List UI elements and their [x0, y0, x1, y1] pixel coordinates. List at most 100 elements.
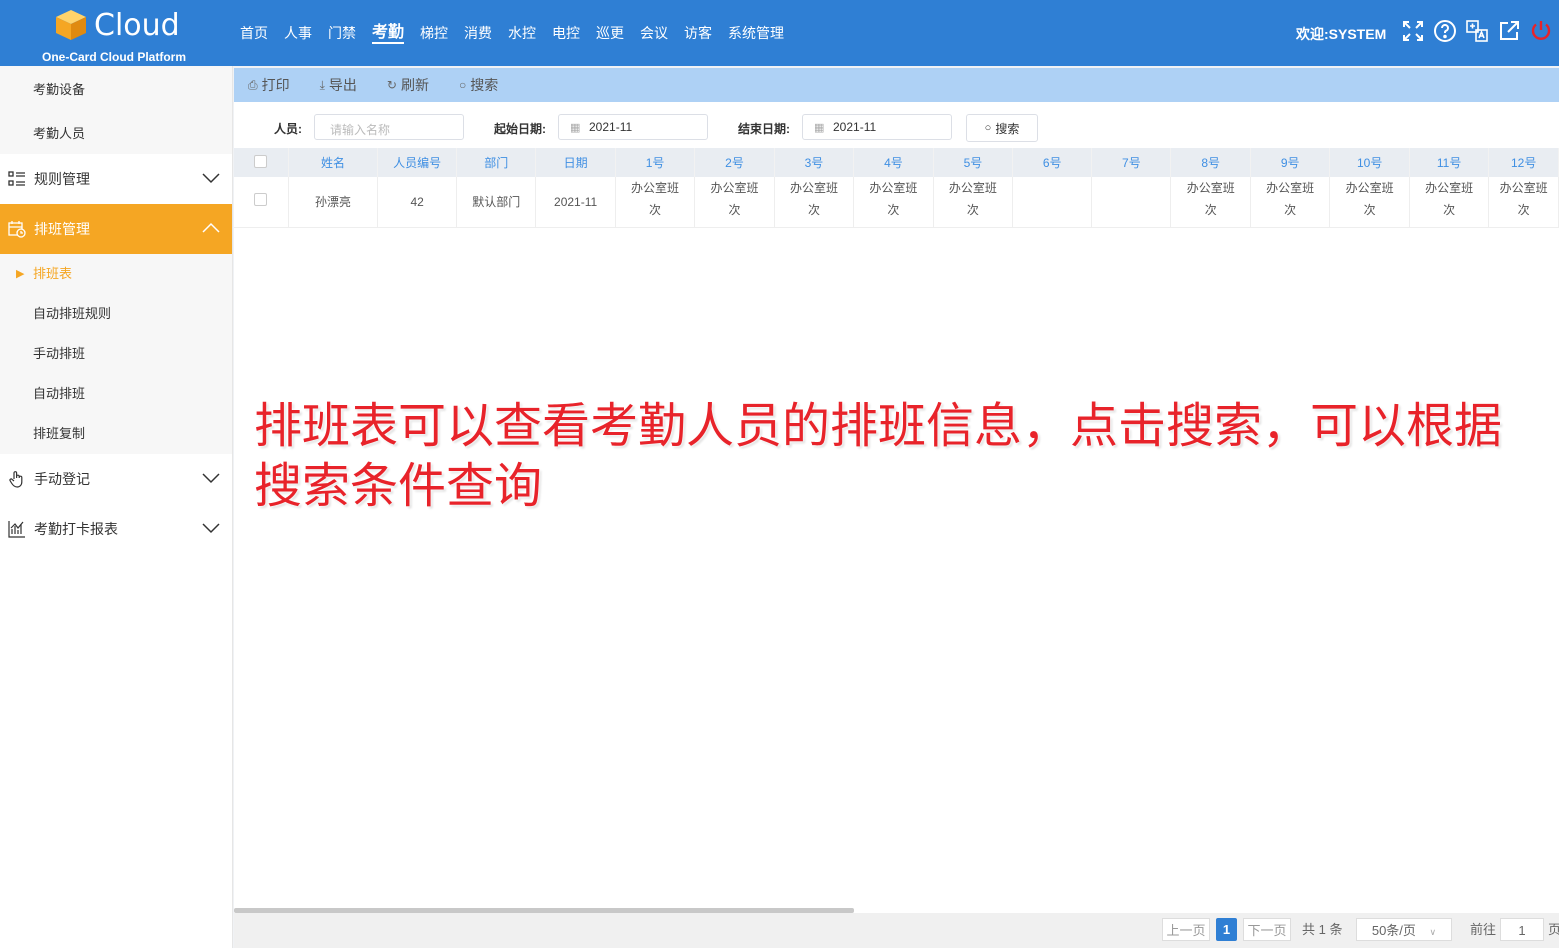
- column-header[interactable]: 2号: [694, 148, 775, 177]
- sidebar-item-auto-schedule-rules[interactable]: 自动排班规则: [0, 294, 232, 334]
- cell-day: 办公室班次: [1409, 177, 1490, 228]
- nav-item-hr[interactable]: 人事: [276, 0, 320, 66]
- column-header[interactable]: 8号: [1170, 148, 1251, 177]
- row-checkbox[interactable]: [254, 193, 268, 206]
- sidebar-item-manual-schedule[interactable]: 手动排班: [0, 334, 232, 374]
- nav-item-water[interactable]: 水控: [500, 0, 544, 66]
- cell-day: [1012, 177, 1093, 228]
- column-header[interactable]: 姓名: [288, 148, 379, 177]
- nav-item-consumption[interactable]: 消费: [456, 0, 500, 66]
- nav-item-system[interactable]: 系统管理: [720, 0, 792, 66]
- sidebar-item-auto-schedule[interactable]: 自动排班: [0, 374, 232, 414]
- cell-day: 办公室班次: [1329, 177, 1410, 228]
- cell-dept: 默认部门: [456, 177, 537, 228]
- refresh-label: 刷新: [400, 77, 429, 93]
- filter-search-button[interactable]: ○ 搜索: [966, 114, 1038, 142]
- table-row[interactable]: 孙漂亮 42 默认部门 2021-11 办公室班次 办公室班次 办公室班次 办公…: [234, 177, 1559, 228]
- column-header[interactable]: 5号: [933, 148, 1014, 177]
- tutorial-overlay-text: 排班表可以查看考勤人员的排班信息，点击搜索，可以根据搜索条件查询: [254, 398, 1503, 514]
- power-icon[interactable]: [1528, 18, 1554, 44]
- column-header[interactable]: 4号: [853, 148, 934, 177]
- cell-day: 办公室班次: [694, 177, 775, 228]
- sidebar-group-schedule[interactable]: 排班管理: [0, 204, 232, 254]
- active-marker-icon: ▶: [16, 268, 25, 280]
- nav-item-attendance[interactable]: 考勤: [364, 0, 412, 66]
- prev-page-button[interactable]: 上一页: [1162, 918, 1210, 941]
- fullscreen-icon[interactable]: [1400, 18, 1426, 44]
- column-header[interactable]: 12号: [1488, 148, 1559, 177]
- cell-day: 办公室班次: [1488, 177, 1559, 228]
- current-page[interactable]: 1: [1216, 918, 1237, 941]
- logo-subtitle: One-Card Cloud Platform: [42, 50, 187, 64]
- person-input[interactable]: 请输入名称: [314, 114, 464, 140]
- start-date-value: 2021-11: [589, 120, 633, 134]
- next-page-button[interactable]: 下一页: [1243, 918, 1291, 941]
- sidebar-item-attendance-device[interactable]: 考勤设备: [0, 66, 232, 110]
- print-button[interactable]: ⎙ 打印: [248, 75, 290, 95]
- cell-day: 办公室班次: [615, 177, 696, 228]
- end-date-picker[interactable]: ▦ 2021-11: [802, 114, 952, 140]
- export-button[interactable]: ⤓ 导出: [320, 75, 357, 95]
- toolbar-search-button[interactable]: ○ 搜索: [459, 75, 498, 95]
- pagination: 上一页 1 下一页 共 1 条 50条/页 ∨ 前往 1 页: [234, 913, 1559, 948]
- cell-day: [1091, 177, 1172, 228]
- column-header[interactable]: 6号: [1012, 148, 1093, 177]
- sidebar-group-manual-register[interactable]: 手动登记: [0, 454, 232, 504]
- sidebar-group-rules[interactable]: 规则管理: [0, 154, 232, 204]
- nav-item-power[interactable]: 电控: [544, 0, 588, 66]
- language-icon[interactable]: [1464, 18, 1490, 44]
- select-all-cell: [234, 148, 289, 177]
- cell-day: 办公室班次: [1170, 177, 1251, 228]
- page-size-value: 50条/页: [1371, 923, 1416, 938]
- top-nav-bar: Cloud One-Card Cloud Platform 首页 人事 门禁 考…: [0, 0, 1559, 66]
- column-header[interactable]: 10号: [1329, 148, 1410, 177]
- chevron-up-icon: [202, 222, 220, 233]
- refresh-icon: ↻: [386, 78, 397, 92]
- sidebar-group-label: 考勤打卡报表: [34, 521, 118, 537]
- cell-day: 办公室班次: [1250, 177, 1331, 228]
- column-header[interactable]: 7号: [1091, 148, 1172, 177]
- chevron-down-icon: [202, 523, 220, 534]
- schedule-table: 姓名 人员编号 部门 日期 1号 2号 3号 4号 5号 6号 7号 8号 9号…: [234, 148, 1559, 228]
- select-all-checkbox[interactable]: [254, 154, 268, 168]
- sidebar-item-schedule-table[interactable]: ▶ 排班表: [0, 254, 232, 294]
- chevron-down-icon: [202, 173, 220, 184]
- sidebar-group-label: 规则管理: [34, 171, 90, 187]
- chevron-down-icon: ∨: [1429, 927, 1437, 937]
- nav-item-access[interactable]: 门禁: [320, 0, 364, 66]
- help-icon[interactable]: [1432, 18, 1458, 44]
- sidebar-item-schedule-copy[interactable]: 排班复制: [0, 414, 232, 454]
- calendar-clock-icon: [8, 219, 28, 239]
- end-date-value: 2021-11: [833, 120, 877, 134]
- chart-icon: [8, 519, 28, 539]
- column-header[interactable]: 部门: [456, 148, 537, 177]
- search-icon: ○: [984, 122, 992, 134]
- start-date-picker[interactable]: ▦ 2021-11: [558, 114, 708, 140]
- column-header[interactable]: 11号: [1409, 148, 1490, 177]
- goto-input[interactable]: 1: [1500, 918, 1544, 941]
- hand-pointer-icon: [8, 469, 28, 489]
- cell-day: 办公室班次: [933, 177, 1014, 228]
- sidebar: 考勤设备 考勤人员 规则管理 排班管理 ▶ 排班表 自动排班规则 手动排班 自动…: [0, 66, 233, 948]
- column-header[interactable]: 人员编号: [377, 148, 458, 177]
- nav-item-home[interactable]: 首页: [232, 0, 276, 66]
- column-header[interactable]: 9号: [1250, 148, 1331, 177]
- nav-item-visitor[interactable]: 访客: [676, 0, 720, 66]
- column-header[interactable]: 日期: [535, 148, 616, 177]
- sidebar-group-report[interactable]: 考勤打卡报表: [0, 504, 232, 554]
- sidebar-item-attendance-staff[interactable]: 考勤人员: [0, 110, 232, 154]
- row-select-cell: [234, 177, 289, 228]
- filter-search-label: 搜索: [995, 121, 1020, 136]
- column-header[interactable]: 1号: [615, 148, 696, 177]
- external-link-icon[interactable]: [1496, 18, 1522, 44]
- nav-item-meeting[interactable]: 会议: [632, 0, 676, 66]
- start-date-label: 起始日期:: [494, 122, 546, 136]
- nav-item-elevator[interactable]: 梯控: [412, 0, 456, 66]
- column-header[interactable]: 3号: [774, 148, 855, 177]
- nav-item-patrol[interactable]: 巡更: [588, 0, 632, 66]
- calendar-icon: ▦: [814, 122, 825, 134]
- refresh-button[interactable]: ↻ 刷新: [387, 75, 429, 95]
- export-label: 导出: [328, 77, 357, 93]
- search-icon: ○: [458, 78, 467, 92]
- page-size-select[interactable]: 50条/页 ∨: [1356, 918, 1452, 941]
